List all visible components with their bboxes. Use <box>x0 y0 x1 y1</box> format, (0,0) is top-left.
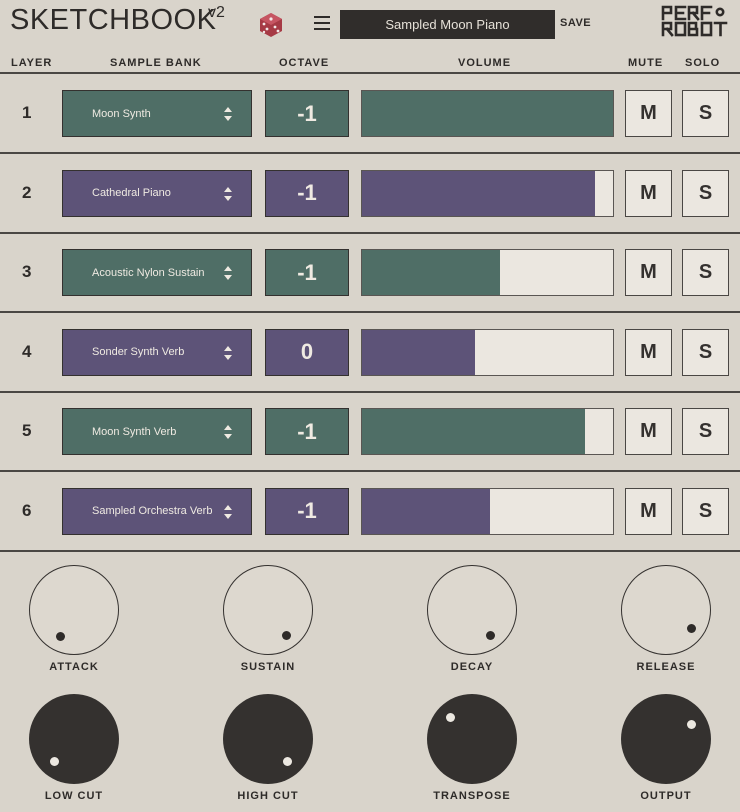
sample-bank-select[interactable]: Sonder Synth Verb <box>62 328 252 376</box>
app-version: v2 <box>208 4 225 21</box>
knob-indicator <box>50 757 60 767</box>
volume-slider[interactable] <box>361 249 614 296</box>
knob-label: ATTACK <box>49 661 99 673</box>
column-header-layer: LAYER <box>11 57 53 69</box>
solo-button[interactable]: S <box>682 249 729 296</box>
solo-button[interactable]: S <box>682 169 729 217</box>
octave-value[interactable]: -1 <box>265 487 349 535</box>
knob-low-cut[interactable] <box>29 694 119 784</box>
mute-button[interactable]: M <box>625 249 672 296</box>
knob-label: TRANSPOSE <box>433 790 511 802</box>
octave-value[interactable]: -1 <box>265 90 349 137</box>
layer-number: 3 <box>22 262 32 281</box>
volume-fill <box>362 329 475 375</box>
knob-attack[interactable] <box>29 565 119 655</box>
dice-icon[interactable] <box>258 12 284 38</box>
sample-bank-label: Moon Synth <box>92 107 151 120</box>
select-arrows-icon <box>224 186 232 201</box>
octave-value[interactable]: -1 <box>265 249 349 296</box>
sample-bank-select[interactable]: Moon Synth Verb <box>62 408 252 455</box>
layer-row: 5 Moon Synth Verb -1 M S <box>0 392 740 470</box>
volume-fill <box>362 91 613 136</box>
layer-row: 4 Sonder Synth Verb 0 M S <box>0 313 740 391</box>
mute-button[interactable]: M <box>625 408 672 455</box>
layer-number: 4 <box>22 341 32 361</box>
octave-value[interactable]: -1 <box>265 408 349 455</box>
solo-button[interactable]: S <box>682 90 729 137</box>
knob-indicator <box>485 631 495 641</box>
volume-slider[interactable] <box>361 408 614 455</box>
app-title: SKETCHBOOK <box>10 4 217 36</box>
sample-bank-select[interactable]: Moon Synth <box>62 90 252 137</box>
save-button[interactable]: SAVE <box>560 17 591 29</box>
solo-button[interactable]: S <box>682 328 729 376</box>
volume-slider[interactable] <box>361 90 614 137</box>
select-arrows-icon <box>224 107 232 121</box>
volume-fill <box>362 250 501 295</box>
row-divider <box>0 550 740 552</box>
volume-fill <box>362 409 586 454</box>
knob-label: HIGH CUT <box>237 790 299 802</box>
knob-transpose[interactable] <box>427 694 517 784</box>
knob-indicator <box>687 719 697 729</box>
layer-number: 5 <box>22 421 32 440</box>
layer-row: 1 Moon Synth -1 M S <box>0 74 740 152</box>
layer-number: 6 <box>22 500 32 520</box>
layer-row: 3 Acoustic Nylon Sustain -1 M S <box>0 233 740 311</box>
sample-bank-label: Moon Synth Verb <box>92 425 177 438</box>
knob-high-cut[interactable] <box>223 694 313 784</box>
knob-indicator <box>281 631 291 641</box>
select-arrows-icon <box>224 345 232 360</box>
hamburger-menu-icon[interactable] <box>314 16 330 30</box>
perf-robot-logo <box>661 5 728 37</box>
knob-indicator <box>282 757 292 767</box>
sample-bank-label: Cathedral Piano <box>92 187 171 199</box>
layer-number: 1 <box>22 103 32 122</box>
column-header-volume: VOLUME <box>458 57 512 69</box>
solo-button[interactable]: S <box>682 487 729 535</box>
mute-button[interactable]: M <box>625 169 672 217</box>
layer-row: 6 Sampled Orchestra Verb -1 M S <box>0 472 740 550</box>
volume-fill <box>362 170 596 216</box>
select-arrows-icon <box>224 504 232 519</box>
knob-release[interactable] <box>621 565 711 655</box>
sample-bank-select[interactable]: Acoustic Nylon Sustain <box>62 249 252 296</box>
knob-indicator <box>55 632 65 642</box>
layer-row: 2 Cathedral Piano -1 M S <box>0 154 740 232</box>
sample-bank-select[interactable]: Cathedral Piano <box>62 169 252 217</box>
column-header-mute: MUTE <box>628 57 664 69</box>
knob-decay[interactable] <box>427 565 517 655</box>
octave-value[interactable]: 0 <box>265 328 349 376</box>
knob-label: LOW CUT <box>44 790 104 802</box>
knob-indicator <box>687 623 697 633</box>
sample-bank-label: Sonder Synth Verb <box>92 346 185 358</box>
select-arrows-icon <box>224 425 232 439</box>
volume-fill <box>362 488 490 534</box>
knob-label: SUSTAIN <box>240 661 296 673</box>
sample-bank-label: Acoustic Nylon Sustain <box>92 266 205 279</box>
header: SKETCHBOOK v2 Sampled Moon Piano SAVE <box>0 0 740 50</box>
knob-indicator <box>446 713 456 723</box>
mute-button[interactable]: M <box>625 487 672 535</box>
layer-number: 2 <box>22 182 32 202</box>
knob-label: RELEASE <box>636 661 696 673</box>
knob-output[interactable] <box>621 694 711 784</box>
select-arrows-icon <box>224 266 232 280</box>
knob-label: OUTPUT <box>640 790 692 802</box>
volume-slider[interactable] <box>361 328 614 376</box>
volume-slider[interactable] <box>361 487 614 535</box>
knob-label: DECAY <box>450 661 494 673</box>
volume-slider[interactable] <box>361 169 614 217</box>
mute-button[interactable]: M <box>625 90 672 137</box>
knob-sustain[interactable] <box>223 565 313 655</box>
solo-button[interactable]: S <box>682 408 729 455</box>
octave-value[interactable]: -1 <box>265 169 349 217</box>
column-header-sample-bank: SAMPLE BANK <box>110 57 202 69</box>
sample-bank-label: Sampled Orchestra Verb <box>92 505 213 517</box>
column-header-solo: SOLO <box>685 57 721 69</box>
sample-bank-select[interactable]: Sampled Orchestra Verb <box>62 487 252 535</box>
mute-button[interactable]: M <box>625 328 672 376</box>
column-header-octave: OCTAVE <box>279 57 330 69</box>
preset-name-field[interactable]: Sampled Moon Piano <box>340 10 555 39</box>
